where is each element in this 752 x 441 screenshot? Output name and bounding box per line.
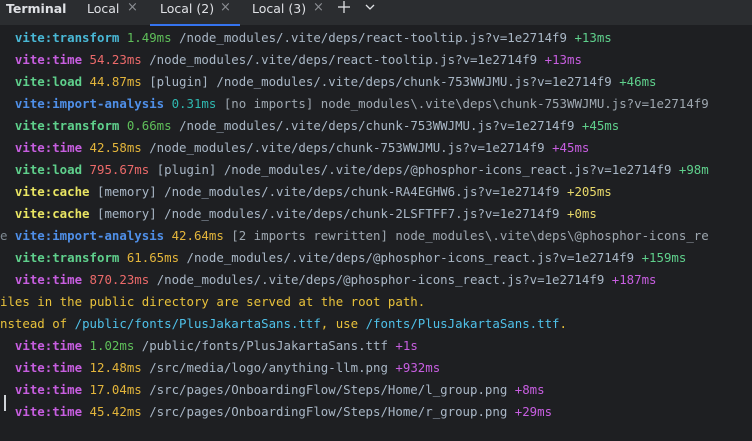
tab-local-3[interactable]: Local (3) × [252,0,332,26]
close-icon[interactable]: × [220,0,231,16]
log-line: vite:import-analysis 0.31ms [no imports]… [14,96,709,111]
log-line: vite:transform 61.65ms /node_modules/.vi… [14,250,687,265]
tab-local[interactable]: Local × [87,0,145,26]
log-line: vite:load 44.87ms [plugin] /node_modules… [14,74,657,89]
log-line: vite:time 17.04ms /src/pages/OnboardingF… [14,382,545,397]
log-line: vite:cache [memory] /node_modules/.vite/… [14,206,597,221]
tab-local-2[interactable]: Local (2) × [150,0,240,26]
tool-window-title: Terminal [6,1,67,16]
log-line: vite:time 12.48ms /src/media/logo/anythi… [14,360,441,375]
chevron-down-icon[interactable] [364,1,376,13]
terminal-tab-bar: Terminal Local × Local (2) × Local (3) × [0,0,752,26]
close-icon[interactable]: × [313,0,324,16]
terminal-cursor [4,395,6,411]
log-line: vite:time 54.23ms /node_modules/.vite/de… [14,52,582,67]
terminal-output[interactable]: vite:transform 1.49ms /node_modules/.vit… [0,27,752,441]
warning-line: iles in the public directory are served … [0,294,426,309]
log-line: vite:cache [memory] /node_modules/.vite/… [14,184,612,199]
tab-label: Local [87,1,120,16]
log-line: vite:time 870.23ms /node_modules/.vite/d… [14,272,657,287]
log-line: vite:transform 1.49ms /node_modules/.vit… [14,30,612,45]
log-line: vite:time 45.42ms /src/pages/OnboardingF… [14,404,553,419]
close-icon[interactable]: × [127,0,138,16]
log-line: vite:time 42.58ms /node_modules/.vite/de… [14,140,590,155]
plus-icon[interactable] [337,0,351,14]
tab-label: Local (3) [252,1,307,16]
log-line: e vite:import-analysis 42.64ms [2 import… [0,228,709,243]
log-line: vite:time 1.02ms /public/fonts/PlusJakar… [14,338,418,353]
log-tag: vite:transform [14,30,120,45]
log-line: vite:transform 0.66ms /node_modules/.vit… [14,118,620,133]
tab-label: Local (2) [160,1,215,16]
warning-line: nstead of /public/fonts/PlusJakartaSans.… [0,316,567,331]
log-line: vite:load 795.67ms [plugin] /node_module… [14,162,709,177]
